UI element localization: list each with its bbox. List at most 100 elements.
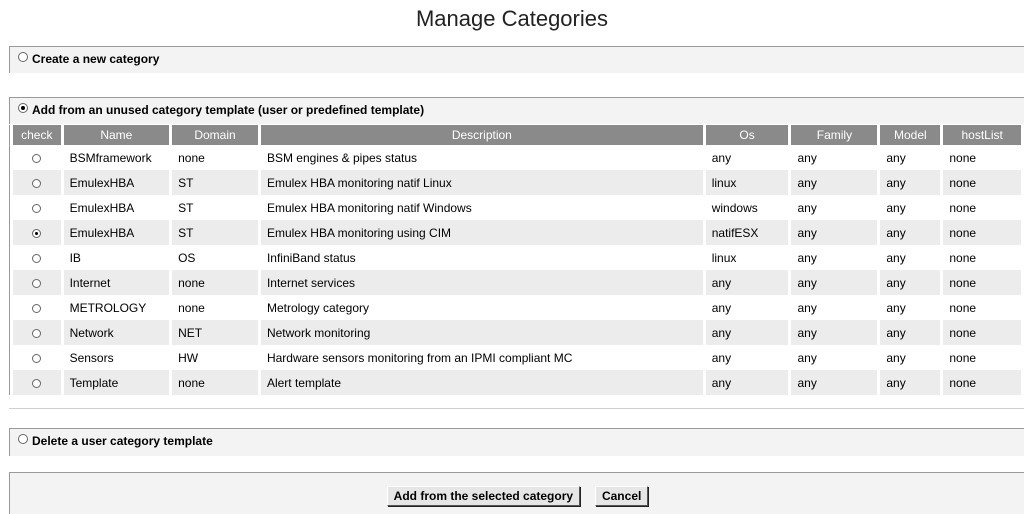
table-header-row: check Name Domain Description Os Family … — [13, 125, 1021, 145]
row-check-cell — [13, 170, 61, 195]
row-check-cell — [13, 345, 61, 370]
cell-hostlist: none — [943, 220, 1021, 245]
cell-description: Internet services — [260, 270, 703, 295]
template-table: check Name Domain Description Os Family … — [9, 125, 1024, 395]
delete-template-option[interactable]: Delete a user category template — [10, 429, 1024, 452]
action-bar: Add from the selected category Cancel — [9, 472, 1024, 514]
delete-template-label: Delete a user category template — [32, 433, 213, 448]
create-category-radio[interactable] — [18, 51, 28, 62]
row-check-cell — [13, 370, 61, 395]
column-header-os[interactable]: Os — [705, 125, 789, 145]
cell-description: InfiniBand status — [266, 250, 356, 265]
cell-description: Emulex HBA monitoring using CIM — [260, 220, 703, 245]
cell-family: any — [797, 150, 817, 165]
cell-family: any — [791, 270, 878, 295]
row-check-cell — [13, 320, 61, 345]
table-row[interactable]: EmulexHBA ST Emulex HBA monitoring using C… — [13, 220, 1021, 245]
cell-hostlist: none — [949, 150, 977, 165]
add-template-option[interactable]: Add from an unused category template (us… — [10, 98, 1024, 121]
cell-name: Network — [63, 320, 170, 345]
table-row[interactable]: BSMframework none BSM engines & pipes stat… — [13, 145, 1021, 170]
row-select-radio[interactable] — [32, 228, 42, 238]
add-from-selected-button[interactable]: Add from the selected category — [386, 486, 581, 506]
cell-description: Alert template — [260, 370, 703, 395]
table-row[interactable]: IB OS InfiniBand status linux any any none — [13, 245, 1021, 270]
column-header-domain[interactable]: Domain — [172, 125, 258, 145]
cell-model: any — [886, 200, 906, 215]
cell-family: any — [797, 300, 817, 315]
cell-name: Template — [63, 370, 170, 395]
cell-model: any — [880, 370, 941, 395]
table-bottom-divider — [9, 408, 1024, 409]
cell-name: BSMframework — [69, 150, 152, 165]
row-select-radio[interactable] — [32, 353, 42, 363]
cell-description: Metrology category — [266, 300, 369, 315]
cancel-button[interactable]: Cancel — [594, 486, 649, 506]
row-select-radio[interactable] — [32, 278, 42, 288]
cell-hostlist: none — [949, 200, 977, 215]
row-select-radio[interactable] — [32, 303, 42, 313]
cell-os: any — [711, 300, 732, 315]
row-select-radio[interactable] — [32, 378, 42, 388]
table-row[interactable]: EmulexHBA ST Emulex HBA monitoring natif L… — [13, 170, 1021, 195]
cell-domain: NET — [172, 320, 258, 345]
add-template-panel: Add from an unused category template (us… — [9, 97, 1024, 124]
cell-model: any — [886, 350, 906, 365]
add-template-radio[interactable] — [18, 102, 28, 113]
cell-name: Sensors — [69, 350, 114, 365]
cell-name: EmulexHBA — [63, 170, 170, 195]
cell-os: linux — [705, 170, 789, 195]
column-header-hostlist[interactable]: hostList — [943, 125, 1021, 145]
cell-family: any — [791, 370, 878, 395]
column-header-model[interactable]: Model — [880, 125, 941, 145]
cell-domain: ST — [178, 200, 194, 215]
row-check-cell — [13, 145, 61, 170]
page-title: Manage Categories — [415, 6, 608, 31]
table-row[interactable]: Template none Alert template any any any none — [13, 370, 1021, 395]
row-select-radio[interactable] — [32, 328, 42, 338]
row-select-radio[interactable] — [32, 153, 42, 163]
create-category-option[interactable]: Create a new category — [10, 47, 1024, 70]
cell-domain: none — [178, 300, 205, 315]
cell-description: BSM engines & pipes status — [266, 150, 418, 165]
cell-hostlist: none — [943, 370, 1021, 395]
cell-os: any — [705, 320, 789, 345]
column-header-check: check — [13, 125, 61, 145]
table-row[interactable]: EmulexHBA ST Emulex HBA monitoring natif W… — [13, 195, 1021, 220]
cell-name: Internet — [63, 270, 170, 295]
row-select-radio[interactable] — [32, 203, 42, 213]
cell-hostlist: none — [949, 350, 977, 365]
cell-domain: none — [172, 370, 258, 395]
delete-template-radio[interactable] — [18, 433, 28, 444]
table-row[interactable]: Sensors HW Hardware sensors monitoring fro… — [13, 345, 1021, 370]
cell-os: any — [705, 270, 789, 295]
row-check-cell — [13, 195, 61, 220]
cell-hostlist: none — [949, 250, 977, 265]
column-header-description[interactable]: Description — [260, 125, 703, 145]
cell-domain: none — [178, 150, 205, 165]
table-row[interactable]: Network NET Network monitoring any any any non… — [13, 320, 1021, 345]
row-check-cell — [13, 245, 61, 270]
cell-description: Emulex HBA monitoring natif Windows — [266, 200, 472, 215]
table-row[interactable]: Internet none Internet services any any any no… — [13, 270, 1021, 295]
cell-hostlist: none — [943, 270, 1021, 295]
cell-model: any — [886, 250, 906, 265]
create-category-label: Create a new category — [32, 51, 160, 66]
cell-model: any — [886, 150, 906, 165]
cell-os: any — [705, 370, 789, 395]
cell-model: any — [886, 300, 906, 315]
cell-domain: ST — [172, 220, 258, 245]
row-check-cell — [13, 295, 61, 320]
row-check-cell — [13, 270, 61, 295]
add-template-label: Add from an unused category template (us… — [32, 102, 425, 117]
column-header-family[interactable]: Family — [791, 125, 878, 145]
column-header-name[interactable]: Name — [63, 125, 170, 145]
row-select-radio[interactable] — [32, 178, 42, 188]
cell-hostlist: none — [943, 170, 1021, 195]
table-row[interactable]: METROLOGY none Metrology category any any any… — [13, 295, 1021, 320]
cell-os: windows — [711, 200, 758, 215]
row-select-radio[interactable] — [32, 253, 42, 263]
delete-template-panel: Delete a user category template — [9, 428, 1024, 456]
cell-description: Emulex HBA monitoring natif Linux — [260, 170, 703, 195]
cell-hostlist: none — [949, 300, 977, 315]
